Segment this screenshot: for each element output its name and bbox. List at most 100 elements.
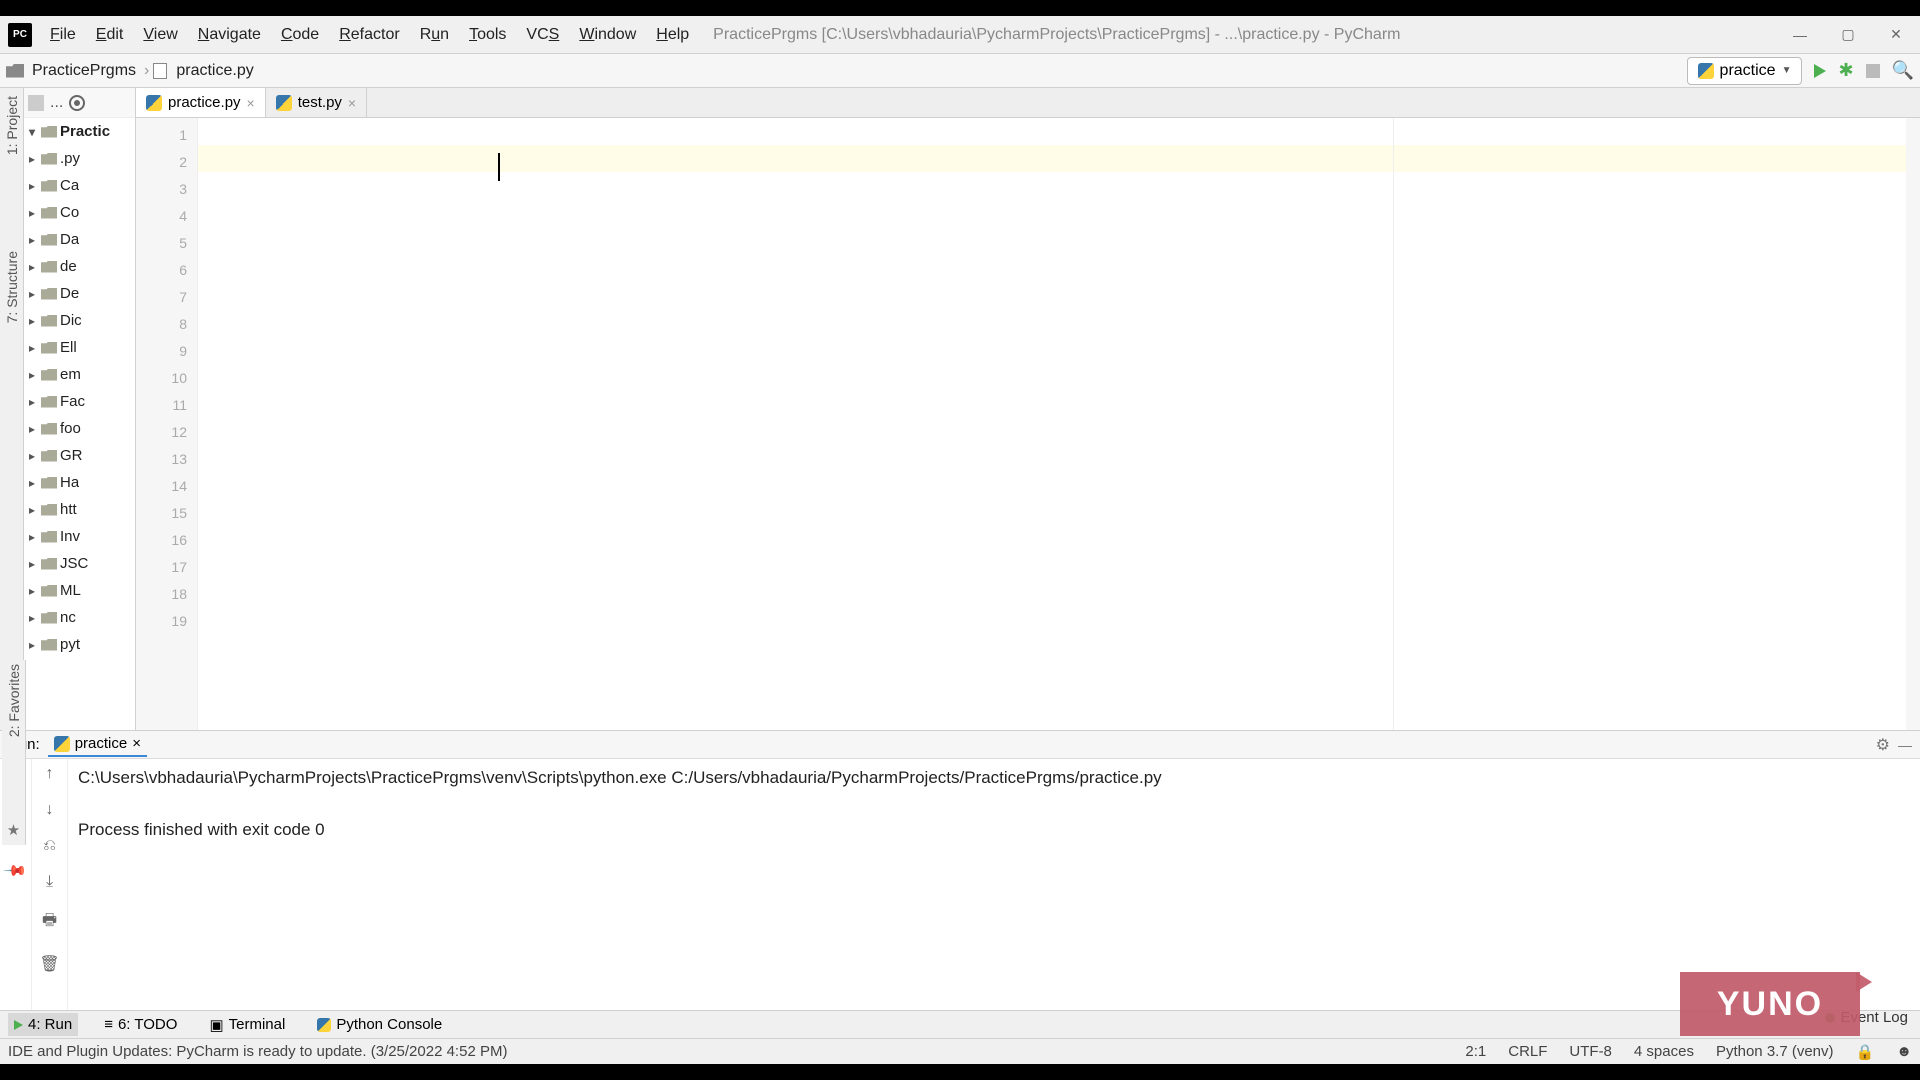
close-icon[interactable]: × [247, 95, 255, 111]
scroll-from-source-icon[interactable] [69, 95, 85, 111]
star-icon[interactable]: ★ [7, 821, 20, 839]
panel-dots[interactable]: ... [50, 94, 63, 112]
line-number[interactable]: 4 [136, 203, 187, 230]
bottom-run[interactable]: 4: Run [8, 1013, 78, 1036]
hide-icon[interactable]: — [1898, 737, 1912, 753]
line-number[interactable]: 11 [136, 392, 187, 419]
line-number[interactable]: 8 [136, 311, 187, 338]
line-number[interactable]: 3 [136, 176, 187, 203]
line-gutter[interactable]: 12345678910111213141516171819 [136, 118, 198, 730]
line-number[interactable]: 18 [136, 581, 187, 608]
tree-item[interactable]: ▸Dic [24, 307, 135, 334]
tree-item[interactable]: ▸JSC [24, 550, 135, 577]
expand-icon[interactable]: ▸ [26, 395, 38, 409]
tree-item[interactable]: ▸Inv [24, 523, 135, 550]
menu-file[interactable]: File [40, 20, 86, 50]
tree-item[interactable]: ▸foo [24, 415, 135, 442]
tree-item[interactable]: ▸De [24, 280, 135, 307]
close-icon[interactable]: × [132, 735, 141, 752]
line-ending[interactable]: CRLF [1508, 1043, 1547, 1060]
line-number[interactable]: 6 [136, 257, 187, 284]
tab-test[interactable]: test.py × [266, 88, 367, 117]
line-number[interactable]: 17 [136, 554, 187, 581]
bottom-terminal[interactable]: ▣Terminal [203, 1013, 291, 1037]
run-tab[interactable]: practice × [48, 732, 147, 757]
line-number[interactable]: 15 [136, 500, 187, 527]
line-number[interactable]: 12 [136, 419, 187, 446]
up-icon[interactable]: ↑ [46, 765, 54, 783]
line-number[interactable]: 1 [136, 122, 187, 149]
scroll-end-icon[interactable]: ⤓ [46, 873, 53, 891]
line-number[interactable]: 14 [136, 473, 187, 500]
menu-run[interactable]: Run [410, 20, 459, 50]
tree-item[interactable]: ▸Co [24, 199, 135, 226]
print-icon[interactable]: 🖶 [42, 909, 57, 936]
status-message[interactable]: IDE and Plugin Updates: PyCharm is ready… [8, 1043, 507, 1060]
stop-button[interactable] [1866, 64, 1880, 78]
expand-icon[interactable]: ▸ [26, 260, 38, 274]
tree-root[interactable]: ▾ Practic [24, 118, 135, 145]
line-number[interactable]: 19 [136, 608, 187, 635]
rail-structure[interactable]: 7: Structure [4, 187, 20, 387]
pin-icon[interactable]: 📌 [3, 858, 29, 884]
interpreter[interactable]: Python 3.7 (venv) [1716, 1043, 1834, 1060]
breadcrumb-file[interactable]: practice.py [172, 62, 257, 80]
expand-icon[interactable]: ▸ [26, 179, 38, 193]
menu-view[interactable]: View [133, 20, 187, 50]
close-button[interactable]: ✕ [1872, 16, 1920, 54]
line-number[interactable]: 7 [136, 284, 187, 311]
line-number[interactable]: 9 [136, 338, 187, 365]
tree-item[interactable]: ▸nc [24, 604, 135, 631]
tree-item[interactable]: ▸.py [24, 145, 135, 172]
caret-position[interactable]: 2:1 [1465, 1043, 1486, 1060]
expand-icon[interactable]: ▸ [26, 314, 38, 328]
close-icon[interactable]: × [348, 95, 356, 111]
search-everywhere-button[interactable]: 🔍 [1892, 60, 1914, 81]
expand-icon[interactable]: ▸ [26, 152, 38, 166]
tree-item[interactable]: ▸Ha [24, 469, 135, 496]
menu-window[interactable]: Window [569, 20, 646, 50]
menu-code[interactable]: Code [271, 20, 329, 50]
maximize-button[interactable]: ▢ [1824, 16, 1872, 54]
tree-item[interactable]: ▸ML [24, 577, 135, 604]
run-button[interactable] [1814, 64, 1826, 78]
collapse-icon[interactable]: ▾ [26, 125, 38, 139]
menu-edit[interactable]: Edit [86, 20, 134, 50]
menu-refactor[interactable]: Refactor [329, 20, 409, 50]
tree-item[interactable]: ▸Da [24, 226, 135, 253]
menu-tools[interactable]: Tools [459, 20, 516, 50]
console-output[interactable]: C:\Users\vbhadauria\PycharmProjects\Prac… [68, 759, 1920, 1010]
debug-button[interactable]: ✱ [1838, 60, 1853, 81]
rail-favorites[interactable]: 2: Favorites [6, 660, 22, 741]
tab-practice[interactable]: practice.py × [136, 88, 266, 117]
line-number[interactable]: 13 [136, 446, 187, 473]
expand-icon[interactable]: ▸ [26, 611, 38, 625]
breadcrumb-root[interactable]: PracticePrgms [28, 62, 140, 80]
line-number[interactable]: 10 [136, 365, 187, 392]
expand-icon[interactable]: ▸ [26, 206, 38, 220]
tree-item[interactable]: ▸htt [24, 496, 135, 523]
bottom-pyconsole[interactable]: Python Console [311, 1013, 448, 1036]
error-stripe[interactable] [1906, 118, 1920, 730]
line-number[interactable]: 2 [136, 149, 187, 176]
expand-icon[interactable]: ▸ [26, 287, 38, 301]
expand-icon[interactable]: ▸ [26, 422, 38, 436]
indent[interactable]: 4 spaces [1634, 1043, 1694, 1060]
tree-item[interactable]: ▸Ell [24, 334, 135, 361]
tree-item[interactable]: ▸em [24, 361, 135, 388]
settings-icon[interactable]: ⚙ [1876, 735, 1890, 755]
rail-project[interactable]: 1: Project [4, 92, 20, 159]
line-number[interactable]: 16 [136, 527, 187, 554]
line-number[interactable]: 5 [136, 230, 187, 257]
clear-icon[interactable]: 🗑 [39, 954, 59, 974]
bottom-todo[interactable]: ≡6: TODO [98, 1013, 183, 1036]
tree-item[interactable]: ▸pyt [24, 631, 135, 658]
encoding[interactable]: UTF-8 [1569, 1043, 1612, 1060]
down-icon[interactable]: ↓ [46, 801, 54, 819]
expand-icon[interactable]: ▸ [26, 368, 38, 382]
hector-icon[interactable]: ☻ [1896, 1043, 1912, 1060]
menu-navigate[interactable]: Navigate [188, 20, 271, 50]
tree-item[interactable]: ▸de [24, 253, 135, 280]
expand-icon[interactable]: ▸ [26, 449, 38, 463]
expand-icon[interactable]: ▸ [26, 557, 38, 571]
